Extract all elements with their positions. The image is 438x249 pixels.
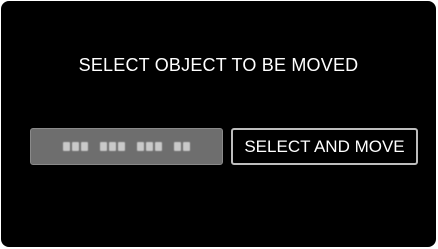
select-and-move-button[interactable]: SELECT AND MOVE <box>231 128 418 165</box>
blurred-text-group-4 <box>174 142 190 151</box>
blurred-char <box>81 142 88 151</box>
blurred-char <box>100 142 107 151</box>
blurred-char <box>146 142 153 151</box>
blurred-char <box>118 142 125 151</box>
dialog-title: SELECT OBJECT TO BE MOVED <box>78 55 359 75</box>
blurred-char <box>174 142 181 151</box>
blurred-text-group-1 <box>63 142 88 151</box>
blurred-char <box>109 142 116 151</box>
move-dialog-screen: SELECT OBJECT TO BE MOVED SELECT AND MOV… <box>1 1 436 247</box>
blurred-text-group-3 <box>137 142 162 151</box>
blurred-option-button[interactable] <box>30 128 223 165</box>
blurred-text-group-2 <box>100 142 125 151</box>
blurred-char <box>72 142 79 151</box>
blurred-char <box>155 142 162 151</box>
blurred-char <box>183 142 190 151</box>
blurred-char <box>63 142 70 151</box>
blurred-char <box>137 142 144 151</box>
